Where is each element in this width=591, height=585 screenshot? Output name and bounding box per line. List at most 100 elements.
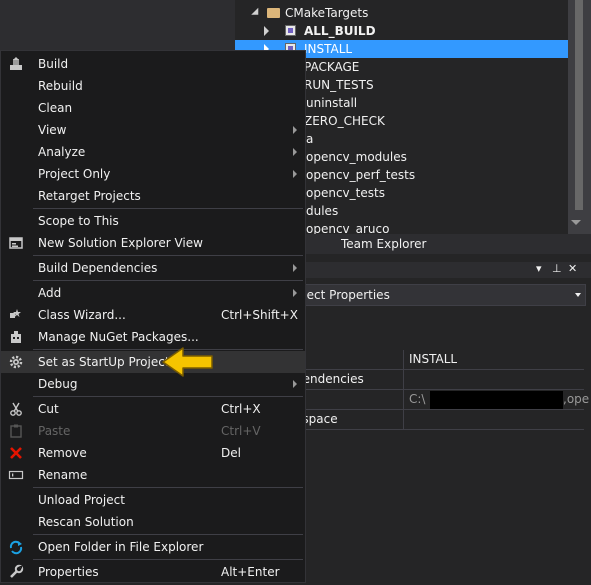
menu-separator <box>33 487 303 488</box>
properties-object-label: oject Properties <box>296 288 390 302</box>
menu-separator <box>33 255 303 256</box>
submenu-arrow-icon <box>293 289 297 297</box>
menu-item-analyze[interactable]: Analyze <box>1 141 305 163</box>
tree-item-label: opencv_perf_tests <box>306 168 416 182</box>
tree-scrollbar[interactable] <box>568 0 591 234</box>
refresh-arrow-icon <box>8 539 24 555</box>
menu-separator <box>33 208 303 209</box>
menu-item-paste[interactable]: Paste Ctrl+V <box>1 420 305 442</box>
menu-item-remove[interactable]: Remove Del <box>1 442 305 464</box>
chevron-down-icon <box>575 293 581 297</box>
property-value: INSTALL <box>409 352 458 366</box>
tree-item-label: a <box>306 132 314 146</box>
menu-item-label: Set as StartUp Project <box>38 355 170 369</box>
menu-item-label: Rescan Solution <box>38 515 134 529</box>
menu-item-set-as-startup-project[interactable]: Set as StartUp Project <box>1 351 305 373</box>
menu-item-label: Unload Project <box>38 493 125 507</box>
menu-item-build[interactable]: Build <box>1 53 305 75</box>
menu-separator <box>33 280 303 281</box>
menu-item-label: Scope to This <box>38 214 119 228</box>
menu-item-properties[interactable]: Properties Alt+Enter <box>1 561 305 583</box>
tree-item-label: uninstall <box>306 96 358 110</box>
redaction-box <box>430 391 563 409</box>
tree-item-label: opencv_aruco <box>306 222 390 234</box>
tree-item-label: opencv_modules <box>306 150 407 164</box>
menu-item-shortcut: Ctrl+Shift+X <box>221 308 298 322</box>
menu-item-label: Paste <box>38 424 71 438</box>
menu-item-add[interactable]: Add <box>1 282 305 304</box>
menu-item-manage-nuget-packages[interactable]: Manage NuGet Packages... <box>1 326 305 348</box>
property-value-suffix: ,ope <box>563 392 590 406</box>
menu-item-project-only[interactable]: Project Only <box>1 163 305 185</box>
menu-item-label: Rename <box>38 468 88 482</box>
close-icon[interactable]: ✕ <box>568 262 577 275</box>
menu-item-build-dependencies[interactable]: Build Dependencies <box>1 257 305 279</box>
rename-icon <box>8 467 24 483</box>
menu-item-retarget-projects[interactable]: Retarget Projects <box>1 185 305 207</box>
tree-item-label: INSTALL <box>304 42 353 56</box>
menu-item-label: Add <box>38 286 62 300</box>
scrollbar-thumb[interactable] <box>575 0 583 210</box>
column-divider <box>403 390 404 409</box>
menu-item-label: Class Wizard... <box>38 308 126 322</box>
menu-item-label: New Solution Explorer View <box>38 236 203 250</box>
menu-item-new-solution-explorer-view[interactable]: New Solution Explorer View <box>1 232 305 254</box>
tree-item-label: dules <box>306 204 339 218</box>
tree-item-cmaketargets[interactable]: CMakeTargets <box>235 4 568 22</box>
menu-item-unload-project[interactable]: Unload Project <box>1 489 305 511</box>
menu-item-scope-to-this[interactable]: Scope to This <box>1 210 305 232</box>
menu-item-label: Remove <box>38 446 87 460</box>
tab-team-explorer[interactable]: Team Explorer <box>335 234 433 254</box>
gear-icon <box>8 354 24 370</box>
menu-separator <box>33 534 303 535</box>
build-icon <box>8 56 24 72</box>
menu-item-label: Debug <box>38 377 78 391</box>
menu-item-label: View <box>38 123 67 137</box>
menu-item-label: Rebuild <box>38 79 83 93</box>
menu-item-debug[interactable]: Debug <box>1 373 305 395</box>
tree-item-all-build[interactable]: ALL_BUILD <box>235 22 568 40</box>
menu-item-cut[interactable]: Cut Ctrl+X <box>1 398 305 420</box>
menu-item-label: Build Dependencies <box>38 261 158 275</box>
scroll-down-arrow-icon[interactable] <box>571 220 581 225</box>
menu-item-label: Clean <box>38 101 73 115</box>
expanded-arrow-icon[interactable] <box>251 7 262 19</box>
menu-item-shortcut: Ctrl+V <box>221 424 261 438</box>
editor-background-strip <box>0 0 235 50</box>
new-solution-explorer-view-icon <box>8 235 24 251</box>
menu-item-label: Cut <box>38 402 59 416</box>
menu-item-rescan-solution[interactable]: Rescan Solution <box>1 511 305 533</box>
remove-x-icon <box>8 445 24 461</box>
wrench-icon <box>8 564 24 580</box>
collapsed-arrow-icon[interactable] <box>264 26 269 36</box>
class-wizard-icon <box>8 307 24 323</box>
menu-item-open-folder-in-file-explorer[interactable]: Open Folder in File Explorer <box>1 536 305 558</box>
menu-item-label: Open Folder in File Explorer <box>38 540 204 554</box>
menu-item-shortcut: Del <box>221 446 241 460</box>
submenu-arrow-icon <box>293 264 297 272</box>
menu-separator <box>33 559 303 560</box>
menu-item-rename[interactable]: Rename <box>1 464 305 486</box>
window-dropdown-icon[interactable]: ▾ <box>536 262 542 275</box>
menu-item-rebuild[interactable]: Rebuild <box>1 75 305 97</box>
column-divider <box>403 410 404 429</box>
folder-icon <box>267 8 280 18</box>
scissors-icon <box>8 401 24 417</box>
column-divider <box>403 350 404 369</box>
menu-item-label: Project Only <box>38 167 111 181</box>
column-divider <box>403 370 404 389</box>
tree-item-label: RUN_TESTS <box>304 78 374 92</box>
menu-separator <box>33 396 303 397</box>
nuget-icon <box>8 329 24 345</box>
tree-item-label: opencv_tests <box>306 186 385 200</box>
menu-item-clean[interactable]: Clean <box>1 97 305 119</box>
menu-item-label: Properties <box>38 565 99 579</box>
menu-item-class-wizard[interactable]: Class Wizard... Ctrl+Shift+X <box>1 304 305 326</box>
submenu-arrow-icon <box>293 380 297 388</box>
menu-item-view[interactable]: View <box>1 119 305 141</box>
menu-item-label: Analyze <box>38 145 86 159</box>
submenu-arrow-icon <box>293 126 297 134</box>
project-icon <box>285 25 296 36</box>
pin-icon[interactable]: ⊥ <box>552 262 562 275</box>
menu-item-label: Retarget Projects <box>38 189 141 203</box>
